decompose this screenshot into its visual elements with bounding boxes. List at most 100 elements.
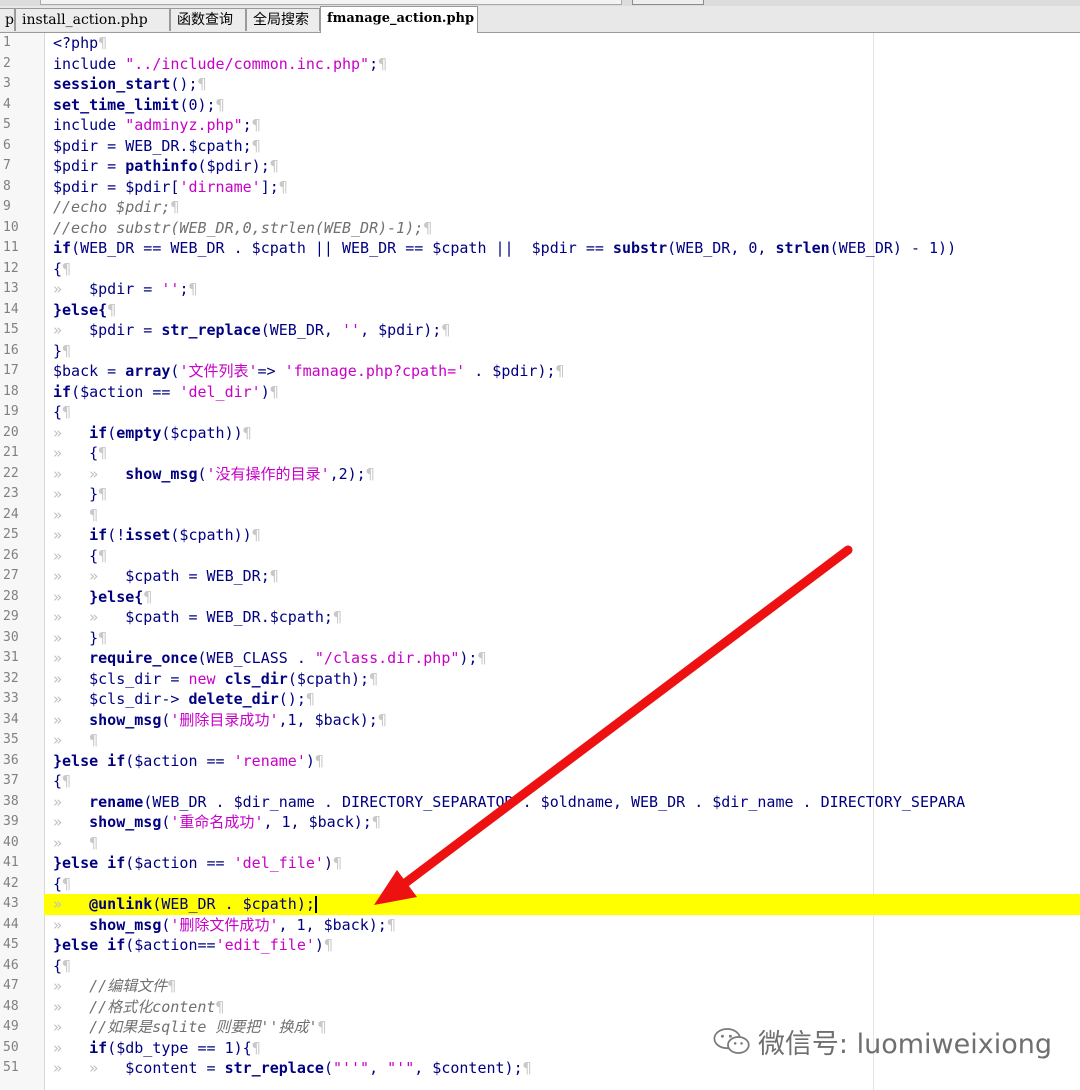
tab-function-query[interactable]: 函数查询	[170, 8, 246, 31]
code-token: ,	[369, 1059, 388, 1077]
code-line[interactable]: 28 » }else{¶	[0, 587, 1080, 608]
code-token: <?php	[53, 34, 99, 52]
code-line[interactable]: 10 //echo substr(WEB_DR,0,strlen(WEB_DR)-…	[0, 218, 1080, 239]
code-line[interactable]: 35 » ¶	[0, 730, 1080, 751]
pilcrow-mark: ¶	[278, 177, 288, 196]
code-line[interactable]: 15 » $pdir = str_replace(WEB_DR, '', $pdi…	[0, 320, 1080, 341]
line-number: 14	[3, 301, 19, 317]
code-line[interactable]: 46 {¶	[0, 956, 1080, 977]
code-line[interactable]: 40 » ¶	[0, 833, 1080, 854]
code-token: (WEB_DR . $cpath);	[152, 895, 315, 913]
line-number: 43	[0, 894, 44, 915]
code-line[interactable]: 36}else if($action == 'rename')¶	[0, 751, 1080, 772]
code-line[interactable]: 33 » $cls_dir-> delete_dir();¶	[0, 689, 1080, 710]
code-token: {	[53, 259, 63, 278]
code-token: delete_dir	[188, 690, 279, 708]
code-line[interactable]: 11 if(WEB_DR == WEB_DR . $cpath || WEB_DR…	[0, 238, 1080, 259]
pilcrow-mark: ¶	[314, 751, 324, 770]
code-line[interactable]: 44 » show_msg('删除文件成功', 1, $back);¶	[0, 915, 1080, 936]
code-token: )	[260, 382, 270, 401]
code-line[interactable]: 22 » » show_msg('没有操作的目录',2);¶	[0, 464, 1080, 485]
code-text: //echo $pdir;¶	[53, 197, 179, 218]
code-line[interactable]: 24 » ¶	[0, 505, 1080, 526]
code-line[interactable]: 32 » $cls_dir = new cls_dir($cpath);¶	[0, 669, 1080, 690]
code-text: » » show_msg('没有操作的目录',2);¶	[53, 464, 375, 485]
code-token: );	[459, 649, 478, 667]
pilcrow-mark: ¶	[62, 956, 72, 975]
code-line[interactable]: 31 » require_once(WEB_CLASS . "/class.dir…	[0, 648, 1080, 669]
code-token: $pdir =	[89, 280, 162, 298]
code-line[interactable]: 27 » » $cpath = WEB_DR;¶	[0, 566, 1080, 587]
tab-prev-file[interactable]: p	[0, 8, 15, 31]
code-text: include "adminyz.php";¶	[53, 115, 261, 136]
line-number: 21	[3, 445, 19, 460]
code-line[interactable]: 16}¶	[0, 341, 1080, 362]
line-number: 32	[3, 670, 19, 686]
code-line[interactable]: 14}else{¶	[0, 300, 1080, 321]
pilcrow-mark: ¶	[269, 157, 279, 175]
tab-global-search[interactable]: 全局搜索	[246, 8, 320, 31]
code-line[interactable]: 38 » rename(WEB_DR . $dir_name . DIRECTOR…	[0, 792, 1080, 813]
pilcrow-mark: ¶	[377, 710, 387, 729]
pilcrow-mark: ¶	[332, 854, 342, 872]
toolbar-button[interactable]	[632, 0, 704, 5]
code-line[interactable]: 30 » }¶	[0, 628, 1080, 649]
code-line[interactable]: 29 » » $cpath = WEB_DR.$cpath;¶	[0, 607, 1080, 628]
code-text: //echo substr(WEB_DR,0,strlen(WEB_DR)-1)…	[53, 218, 432, 239]
tab-fmanage-action[interactable]: fmanage_action.php	[320, 6, 478, 33]
code-line[interactable]: 43 » @unlink(WEB_DR . $cpath);	[0, 894, 1080, 915]
line-number: 6	[3, 137, 11, 153]
code-text: » $pdir = '';¶	[53, 279, 198, 300]
code-line[interactable]: 17 $back = array('文件列表'=> 'fmanage.php?cp…	[0, 361, 1080, 382]
code-text: » {¶	[53, 546, 107, 567]
code-line[interactable]: 41}else if($action == 'del_file')¶	[0, 853, 1080, 874]
tab-marker: »	[53, 813, 90, 831]
code-token: , $pdir);	[360, 321, 442, 339]
tab-marker: »	[53, 710, 90, 729]
code-token: ''	[342, 321, 361, 339]
code-line[interactable]: 21 » {¶	[0, 443, 1080, 464]
code-line[interactable]: 13 » $pdir = '';¶	[0, 279, 1080, 300]
code-line[interactable]: 7 $pdir = pathinfo($pdir);¶	[0, 156, 1080, 177]
line-number: 42	[3, 875, 19, 891]
code-line[interactable]: 8 $pdir = $pdir['dirname'];¶	[0, 177, 1080, 198]
code-line[interactable]: 25 » if(!isset($cpath))¶	[0, 525, 1080, 546]
code-line[interactable]: 5 include "adminyz.php";¶	[0, 115, 1080, 136]
tab-marker: »	[53, 1018, 90, 1036]
tab-install-action[interactable]: install_action.php	[15, 8, 170, 31]
code-line[interactable]: 45}else if($action=='edit_file')¶	[0, 935, 1080, 956]
code-line[interactable]: 26 » {¶	[0, 546, 1080, 567]
line-number: 50	[3, 1039, 19, 1055]
line-number: 16	[3, 342, 19, 358]
code-line[interactable]: 6 $pdir = WEB_DR.$cpath;¶	[0, 136, 1080, 157]
code-line[interactable]: 23 » }¶	[0, 484, 1080, 505]
code-line[interactable]: 3 session_start();¶	[0, 74, 1080, 95]
code-line[interactable]: 4 set_time_limit(0);¶	[0, 95, 1080, 116]
code-line[interactable]: 42 {¶	[0, 874, 1080, 895]
tab-bar: p install_action.php 函数查询 全局搜索 fmanage_a…	[0, 6, 1080, 33]
code-text: » show_msg('重命名成功', 1, $back);¶	[53, 812, 381, 833]
pilcrow-mark: ¶	[89, 731, 99, 749]
code-line[interactable]: 37 {¶	[0, 771, 1080, 792]
code-line[interactable]: 19 {¶	[0, 402, 1080, 423]
code-line[interactable]: 47 » //编辑文件¶	[0, 976, 1080, 997]
code-text: » rename(WEB_DR . $dir_name . DIRECTORY_…	[53, 792, 965, 813]
code-line[interactable]: 12 {¶	[0, 259, 1080, 280]
code-line[interactable]: 18 if($action == 'del_dir')¶	[0, 382, 1080, 403]
line-number: 35	[3, 732, 19, 747]
code-line[interactable]: 2 include "../include/common.inc.php";¶	[0, 54, 1080, 75]
code-line[interactable]: 34 » show_msg('删除目录成功',1, $back);¶	[0, 710, 1080, 731]
path-input[interactable]	[40, 0, 622, 5]
code-editor[interactable]: 1 <?php¶ 2 include "../include/common.inc.p…	[0, 33, 1080, 1090]
code-line[interactable]: 20 » if(empty($cpath))¶	[0, 423, 1080, 444]
code-line[interactable]: 48 » //格式化content¶	[0, 997, 1080, 1018]
code-line[interactable]: 39 » show_msg('重命名成功', 1, $back);¶	[0, 812, 1080, 833]
code-token: $pdir =	[53, 157, 126, 175]
tab-marker: »	[53, 977, 90, 995]
code-line[interactable]: 1 <?php¶	[0, 33, 1080, 54]
code-line[interactable]: 51 » » $content = str_replace("''", "'", …	[0, 1058, 1080, 1079]
code-line[interactable]: 9 //echo $pdir;¶	[0, 197, 1080, 218]
pilcrow-mark: ¶	[477, 649, 487, 667]
code-token: str_replace	[161, 321, 261, 339]
tab-marker: »	[53, 485, 90, 503]
